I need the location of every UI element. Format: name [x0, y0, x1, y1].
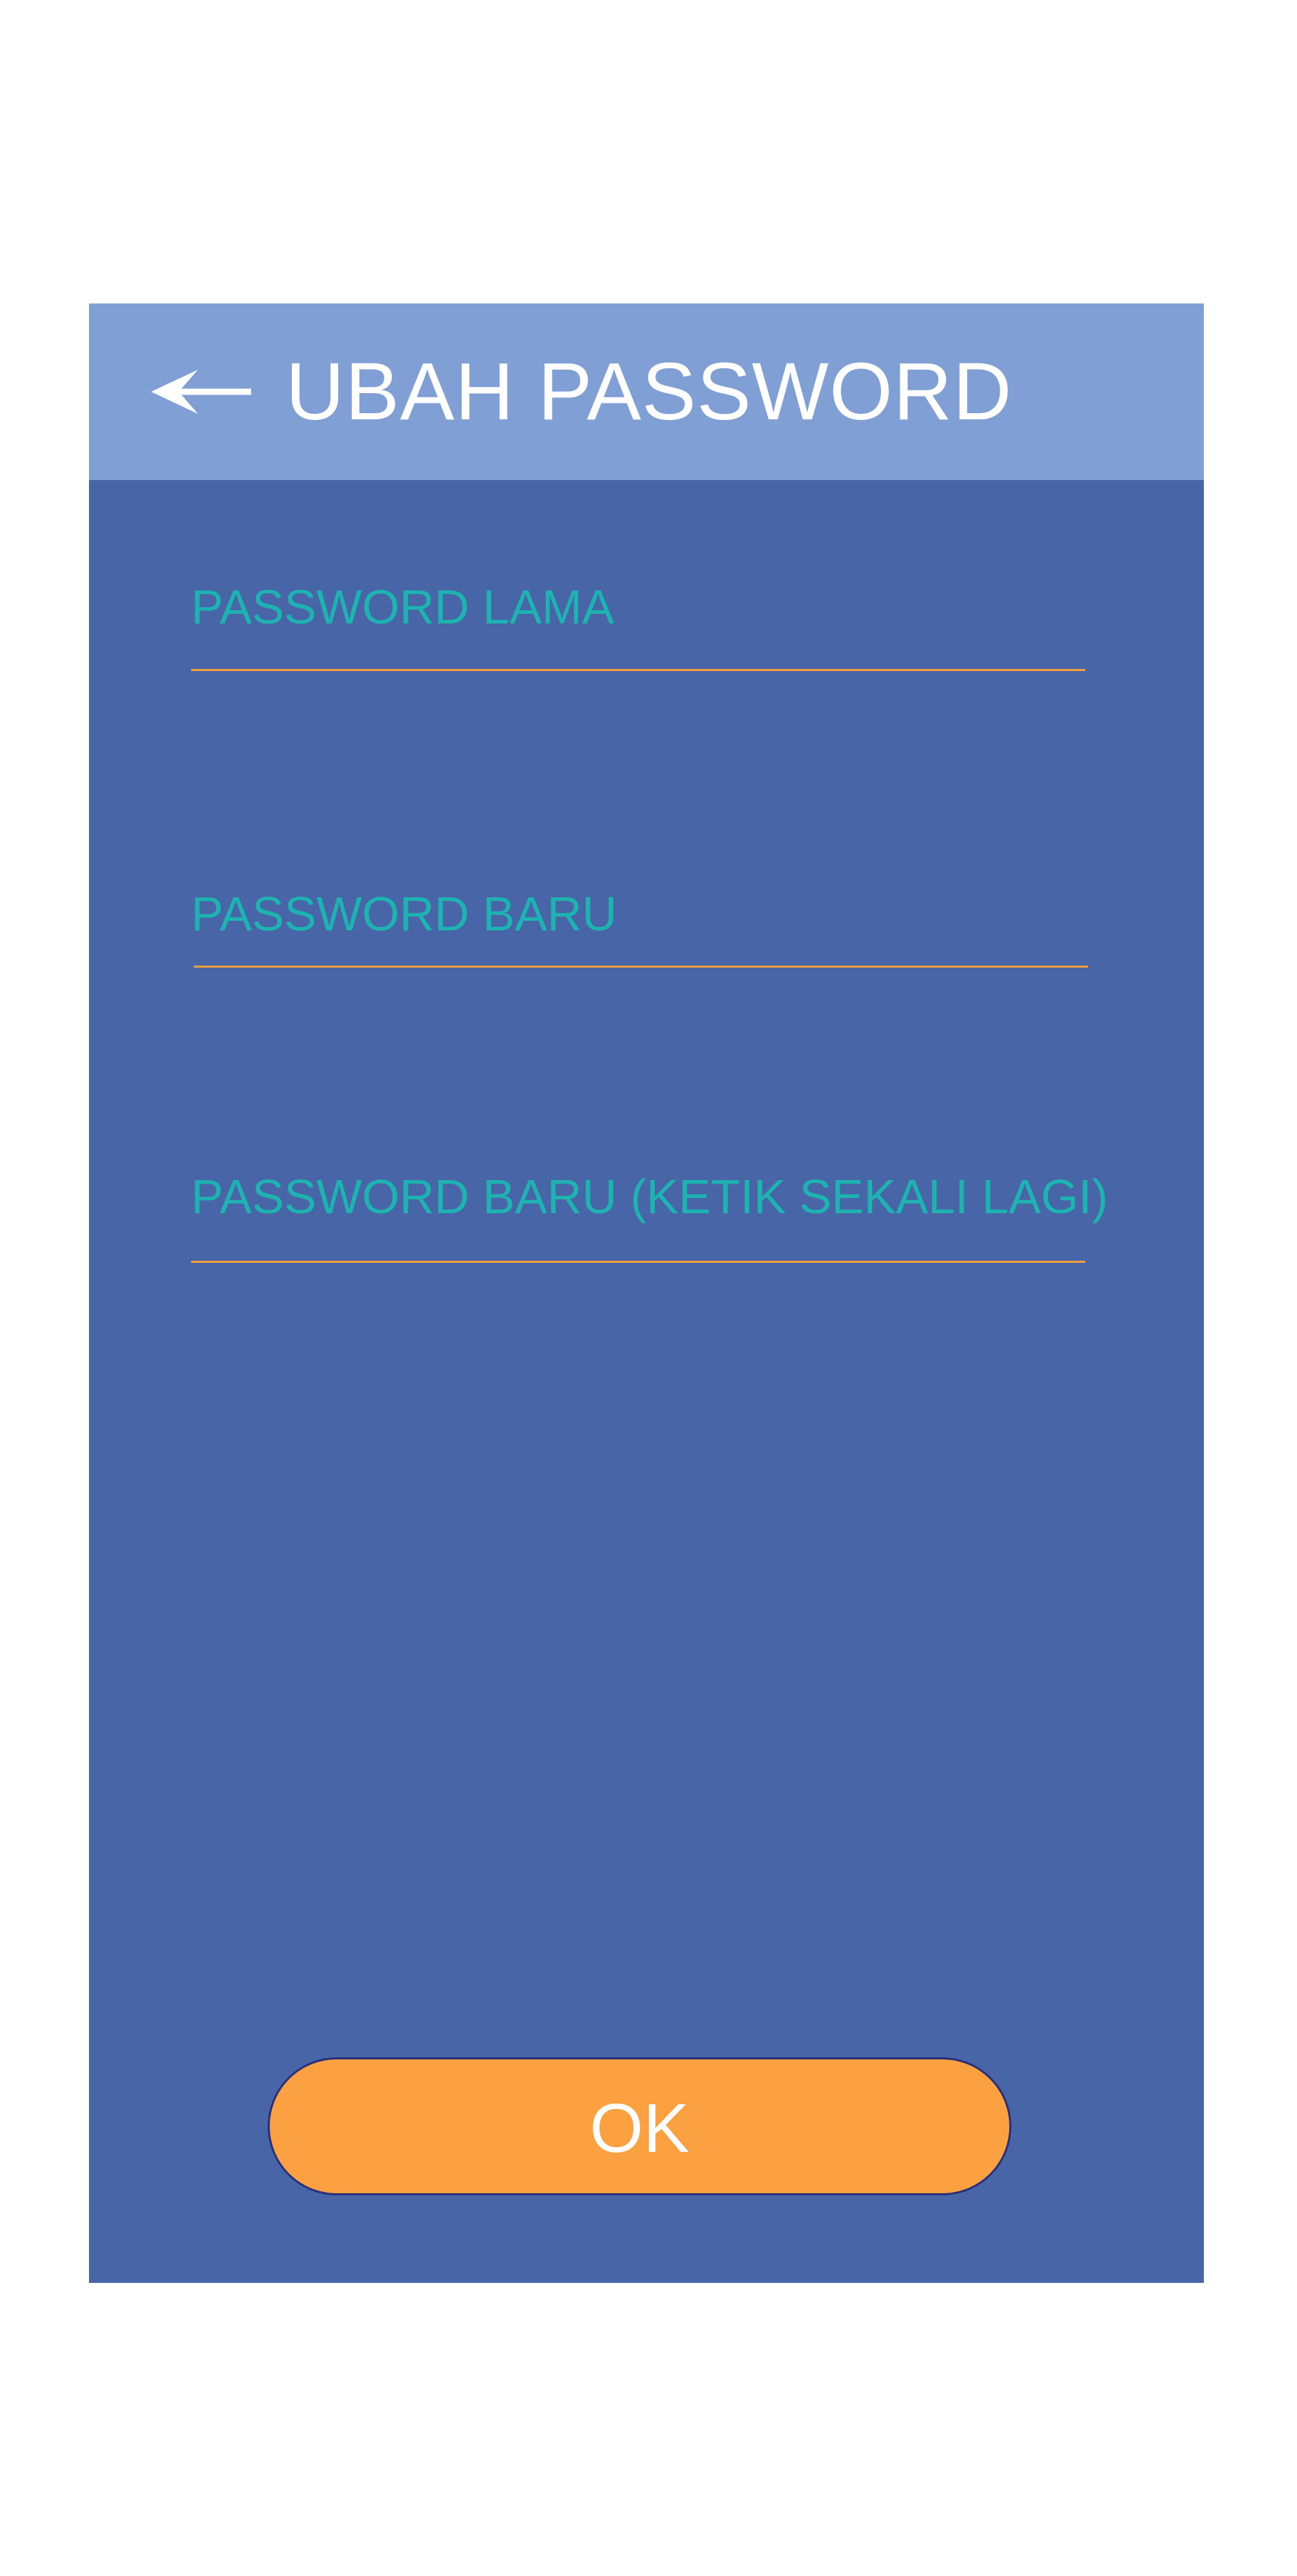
confirm-password-input[interactable] [191, 1192, 1085, 1263]
new-password-input[interactable] [194, 897, 1088, 968]
app-screen: UBAH PASSWORD PASSWORD LAMA PASSWORD BAR… [89, 303, 1204, 2283]
ok-button[interactable]: OK [268, 2057, 1011, 2195]
page-title: UBAH PASSWORD [286, 346, 1013, 437]
arrow-left-icon [151, 370, 251, 414]
app-bar: UBAH PASSWORD [89, 303, 1204, 480]
back-button[interactable] [151, 364, 255, 419]
old-password-input[interactable] [191, 600, 1085, 671]
